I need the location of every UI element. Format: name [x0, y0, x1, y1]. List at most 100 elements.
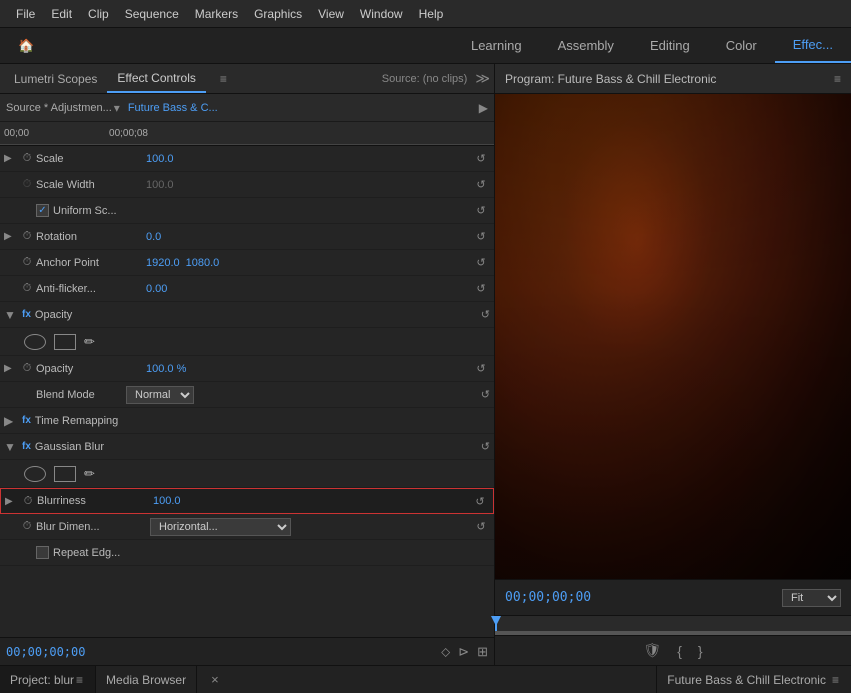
- menu-clip[interactable]: Clip: [80, 7, 117, 21]
- expand-icon[interactable]: ⊞: [477, 644, 488, 660]
- source-row: Source * Adjustmen... ▾ Future Bass & C.…: [0, 94, 494, 122]
- media-browser-tab[interactable]: Media Browser: [96, 666, 197, 693]
- rectangle-tool[interactable]: [54, 334, 76, 350]
- gaussian-blur-header: ▼ fx Gaussian Blur ↺: [0, 434, 494, 460]
- shield-icon[interactable]: 🛡: [643, 642, 661, 659]
- blurriness-stopwatch[interactable]: ⏱: [19, 495, 37, 508]
- tab-effect-controls[interactable]: Effect Controls: [107, 64, 205, 93]
- blur-dimen-expand[interactable]: ▶: [4, 521, 18, 532]
- gaussian-blur-expand[interactable]: ▼: [4, 440, 18, 454]
- menu-window[interactable]: Window: [352, 7, 411, 21]
- anti-flicker-reset[interactable]: ↺: [472, 282, 490, 295]
- anti-flicker-stopwatch[interactable]: ⏱: [18, 282, 36, 295]
- scale-reset[interactable]: ↺: [472, 152, 490, 165]
- timeline-controls: ⬦ ⊳ ⊞: [441, 644, 488, 660]
- blur-dimen-select[interactable]: Horizontal... Vertical Horizontal and Ve…: [150, 518, 291, 536]
- play-button[interactable]: ▶: [479, 101, 488, 115]
- anchor-reset[interactable]: ↺: [472, 256, 490, 269]
- sequence-menu-icon[interactable]: ≡: [832, 673, 839, 687]
- panel-menu-icon[interactable]: ≡: [210, 64, 237, 93]
- rotation-reset[interactable]: ↺: [472, 230, 490, 243]
- trim-out-icon[interactable]: }: [698, 643, 703, 659]
- project-tab[interactable]: Project: blur ≡: [0, 666, 96, 693]
- gaussian-rect-tool[interactable]: [54, 466, 76, 482]
- opacity-label: Opacity: [36, 363, 146, 375]
- close-panel-icon[interactable]: ×: [205, 672, 225, 687]
- blurriness-reset[interactable]: ↺: [471, 495, 489, 508]
- opacity-section-reset[interactable]: ↺: [481, 308, 490, 321]
- blur-dimen-row: ▶ ⏱ Blur Dimen... Horizontal... Vertical…: [0, 514, 494, 540]
- tab-effects[interactable]: Effec...: [775, 28, 851, 63]
- menu-markers[interactable]: Markers: [187, 7, 246, 21]
- scale-value[interactable]: 100.0: [146, 153, 174, 165]
- timeline-mini[interactable]: 00;00 00;00;08: [0, 122, 494, 146]
- rotation-stopwatch[interactable]: ⏱: [18, 230, 36, 243]
- step-icon[interactable]: ⊳: [458, 644, 469, 660]
- fit-select[interactable]: Fit 25% 50% 75% 100%: [782, 589, 841, 607]
- tab-learning[interactable]: Learning: [453, 28, 540, 63]
- repeat-edge-expand[interactable]: ▶: [4, 547, 18, 558]
- project-menu-icon[interactable]: ≡: [76, 673, 83, 687]
- anti-flicker-expand[interactable]: ▶: [4, 283, 18, 294]
- anchor-stopwatch[interactable]: ⏱: [18, 256, 36, 269]
- blend-mode-reset[interactable]: ↺: [481, 388, 490, 401]
- ellipse-tool[interactable]: [24, 334, 46, 350]
- anchor-expand[interactable]: ▶: [4, 257, 18, 268]
- blurriness-value[interactable]: 100.0: [153, 495, 181, 507]
- scale-width-reset[interactable]: ↺: [472, 178, 490, 191]
- blurriness-expand[interactable]: ▶: [5, 496, 19, 507]
- scale-stopwatch[interactable]: ⏱: [18, 152, 36, 165]
- gaussian-ellipse-tool[interactable]: [24, 466, 46, 482]
- scale-expand[interactable]: ▶: [4, 153, 18, 164]
- anchor-value1[interactable]: 1920.0: [146, 257, 180, 269]
- panel-expand-icon[interactable]: ≫: [475, 70, 490, 87]
- right-panel: Program: Future Bass & Chill Electronic …: [495, 64, 851, 665]
- video-preview: [495, 94, 851, 579]
- program-controls: 00;00;00;00 Fit 25% 50% 75% 100%: [495, 579, 851, 615]
- source-dropdown-icon[interactable]: ▾: [114, 101, 120, 115]
- menu-file[interactable]: File: [8, 7, 43, 21]
- scale-width-value[interactable]: 100.0: [146, 179, 174, 191]
- trim-in-icon[interactable]: {: [677, 643, 682, 659]
- time-end: 00;00;08: [109, 128, 148, 139]
- menu-graphics[interactable]: Graphics: [246, 7, 310, 21]
- repeat-edge-checkbox[interactable]: [36, 546, 49, 559]
- sequence-tab[interactable]: Future Bass & Chill Electronic ≡: [656, 666, 851, 693]
- opacity-reset[interactable]: ↺: [472, 362, 490, 375]
- menu-help[interactable]: Help: [411, 7, 452, 21]
- blur-dimen-reset[interactable]: ↺: [472, 520, 490, 533]
- menu-sequence[interactable]: Sequence: [117, 7, 187, 21]
- scale-width-stopwatch[interactable]: ⏱: [18, 178, 36, 191]
- pen-tool[interactable]: ✏: [84, 334, 95, 350]
- uniform-scale-checkbox[interactable]: [36, 204, 49, 217]
- tab-editing[interactable]: Editing: [632, 28, 708, 63]
- filter-icon[interactable]: ⬦: [441, 644, 450, 660]
- tab-lumetri-scopes[interactable]: Lumetri Scopes: [4, 64, 107, 93]
- tab-color[interactable]: Color: [708, 28, 775, 63]
- clip-name[interactable]: Future Bass & C...: [128, 102, 218, 114]
- gaussian-blur-reset[interactable]: ↺: [481, 440, 490, 453]
- blend-mode-select[interactable]: Normal Multiply Screen: [126, 386, 194, 404]
- uniform-scale-reset[interactable]: ↺: [472, 204, 490, 217]
- program-menu-icon[interactable]: ≡: [834, 72, 841, 86]
- rotation-value[interactable]: 0.0: [146, 231, 161, 243]
- program-timeline[interactable]: [495, 615, 851, 635]
- blur-dimen-stopwatch[interactable]: ⏱: [18, 520, 36, 533]
- gaussian-pen-tool[interactable]: ✏: [84, 466, 95, 482]
- rotation-expand[interactable]: ▶: [4, 231, 18, 242]
- anchor-label: Anchor Point: [36, 257, 146, 269]
- opacity-val-expand[interactable]: ▶: [4, 363, 18, 374]
- opacity-expand[interactable]: ▼: [4, 308, 18, 322]
- menu-edit[interactable]: Edit: [43, 7, 80, 21]
- home-button[interactable]: 🏠: [0, 28, 52, 63]
- opacity-stopwatch[interactable]: ⏱: [18, 362, 36, 375]
- time-remapping-expand[interactable]: ▶: [4, 414, 18, 428]
- repeat-edge-stopwatch[interactable]: ⏱: [18, 546, 36, 559]
- anchor-value2[interactable]: 1080.0: [186, 257, 220, 269]
- gaussian-shape-tools: ✏: [0, 460, 494, 488]
- project-label: Project: blur: [10, 673, 74, 687]
- opacity-value[interactable]: 100.0 %: [146, 363, 186, 375]
- menu-view[interactable]: View: [310, 7, 352, 21]
- tab-assembly[interactable]: Assembly: [540, 28, 632, 63]
- anti-flicker-value[interactable]: 0.00: [146, 283, 167, 295]
